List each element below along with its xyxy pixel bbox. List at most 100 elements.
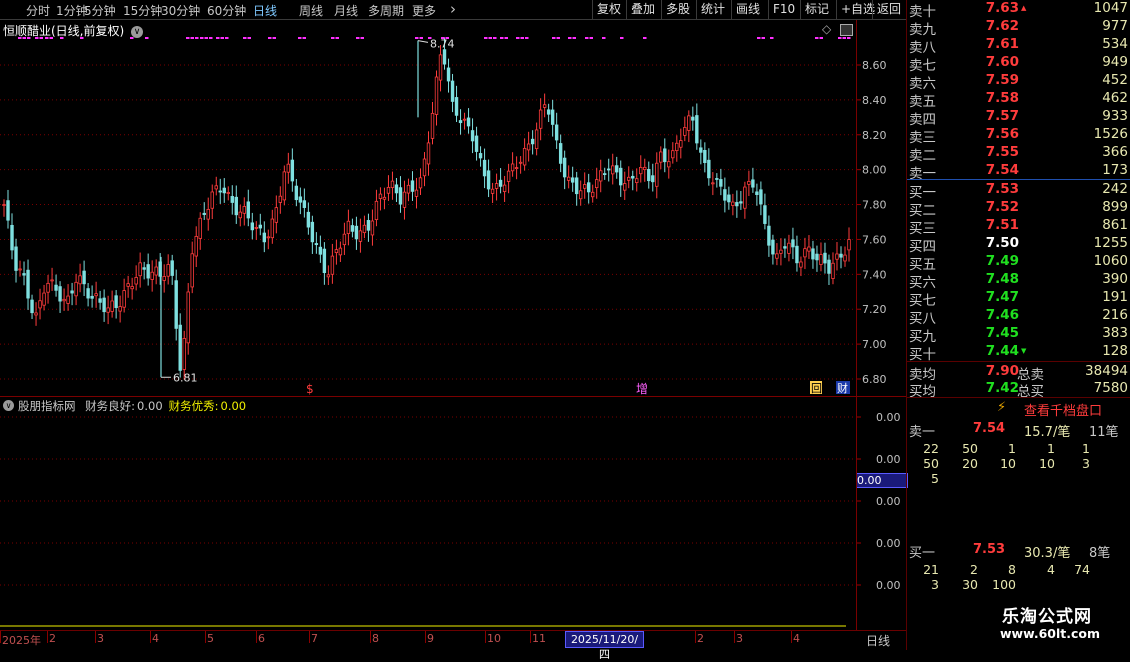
window-toggle-icon[interactable] <box>840 24 853 36</box>
indicator-name: 股朋指标网 <box>18 399 76 413</box>
bolt-icon: ⚡ <box>997 400 1007 415</box>
queue-order: 1 <box>1047 441 1055 456</box>
ask-row[interactable]: 卖一 7.54 173 <box>907 162 1130 182</box>
ask-row[interactable]: 卖九 7.62 977 <box>907 18 1130 38</box>
candle <box>170 254 174 285</box>
y-tick-label: 8.40 <box>862 94 887 107</box>
bid-row[interactable]: 买一 7.53 242 <box>907 181 1130 201</box>
bid-row[interactable]: 买十 7.44 ▼ 128 <box>907 343 1130 363</box>
candle <box>474 126 479 161</box>
level-label: 卖二 <box>909 148 936 164</box>
candle <box>346 209 351 246</box>
bid-row[interactable]: 买五 7.49 1060 <box>907 253 1130 273</box>
candle <box>394 178 399 202</box>
date-label: 2025年 <box>2 634 41 647</box>
period-tab-6[interactable]: 日线 <box>253 2 277 19</box>
review-marker[interactable]: 回 <box>811 382 822 395</box>
bid-row[interactable]: 买二 7.52 899 <box>907 199 1130 219</box>
candle <box>743 181 747 219</box>
candle <box>795 235 799 272</box>
deep-book-button[interactable]: 查看千档盘口 <box>1024 400 1102 419</box>
ask-row[interactable]: 卖二 7.55 366 <box>907 144 1130 164</box>
period-tab-0[interactable]: 分时 <box>26 2 50 19</box>
chevron-down-icon[interactable]: ∨ <box>131 25 144 38</box>
bid-row[interactable]: 买四 7.50 1255 <box>907 235 1130 255</box>
bid-row[interactable]: 买八 7.46 216 <box>907 307 1130 327</box>
finance-marker[interactable]: 财 <box>837 381 848 395</box>
indicator-pane[interactable]: 0.00 0.00 0.00 0.00 0.00 <box>0 397 906 629</box>
bid-row[interactable]: 买六 7.48 390 <box>907 271 1130 291</box>
period-tab-7[interactable]: 周线 <box>299 2 323 19</box>
date-cursor: 2025/11/20/四 <box>565 631 644 661</box>
event-marker <box>428 37 432 39</box>
candle <box>615 156 619 179</box>
level-volume: 861 <box>1102 217 1128 233</box>
ask-row[interactable]: 卖四 7.57 933 <box>907 108 1130 128</box>
chevron-right-icon[interactable]: › <box>450 0 456 18</box>
candle <box>338 241 343 262</box>
bid-row[interactable]: 买三 7.51 861 <box>907 217 1130 237</box>
event-marker <box>556 37 560 39</box>
event-marker <box>842 37 846 39</box>
level-label: 卖五 <box>909 94 936 110</box>
candle <box>811 240 815 269</box>
candle <box>595 167 599 199</box>
watermark-url: www.60lt.com <box>1000 626 1101 641</box>
event-marker <box>847 37 851 39</box>
period-tab-1[interactable]: 1分钟 <box>56 2 88 19</box>
level-price: 7.53 <box>985 181 1019 197</box>
bid-row[interactable]: 买七 7.47 191 <box>907 289 1130 309</box>
sub-y-label: 0.00 <box>876 411 901 424</box>
candle <box>398 176 403 213</box>
candlestick-chart-pane[interactable]: 6.80 7.00 7.20 7.40 7.60 7.80 8.00 8.20 8.40 8.60… <box>0 20 906 396</box>
event-marker <box>272 37 276 39</box>
period-tab-8[interactable]: 月线 <box>334 2 358 19</box>
period-tab-4[interactable]: 30分钟 <box>161 2 200 19</box>
dividend-marker[interactable]: $ <box>306 382 314 396</box>
candle <box>414 177 419 209</box>
candle <box>719 168 723 196</box>
arrow-down-icon: ▼ <box>1021 347 1027 355</box>
candle <box>739 190 743 210</box>
period-tab-9[interactable]: 多周期 <box>368 2 404 19</box>
candle <box>422 152 427 187</box>
toolbar-button-8[interactable]: 返回 <box>872 0 905 19</box>
period-label[interactable]: 日线 <box>866 632 890 649</box>
sub-y-label: 0.00 <box>876 453 901 466</box>
kline-chart[interactable]: 6.80 7.00 7.20 7.40 7.60 7.80 8.00 8.20 8.40 8.60… <box>0 20 906 396</box>
issue-marker[interactable]: 增 <box>636 382 648 396</box>
period-tab-10[interactable]: 更多 <box>412 2 436 19</box>
ask-row[interactable]: 卖五 7.58 462 <box>907 90 1130 110</box>
toolbar-button-0[interactable]: 复权 <box>592 0 625 19</box>
date-label: 9 <box>427 632 434 645</box>
ask-row[interactable]: 卖十 7.63 ▲ 1047 <box>907 0 1130 20</box>
diamond-icon[interactable]: ◇ <box>822 22 831 36</box>
toolbar-button-1[interactable]: 叠加 <box>626 0 659 19</box>
toolbar-button-4[interactable]: 画线 <box>731 0 764 19</box>
indicator-legend: 股朋指标网 财务良好: 0.00 财务优秀: 0.00 <box>18 398 246 414</box>
bid-row[interactable]: 买九 7.45 383 <box>907 325 1130 345</box>
toolbar-button-3[interactable]: 统计 <box>696 0 729 19</box>
ask-row[interactable]: 卖三 7.56 1526 <box>907 126 1130 146</box>
period-tab-5[interactable]: 60分钟 <box>207 2 246 19</box>
candle <box>34 302 38 326</box>
indicator-menu-icon[interactable]: ∨ <box>3 400 14 411</box>
event-marker <box>770 37 774 39</box>
queue-order: 3 <box>1082 456 1090 471</box>
level-volume: 534 <box>1102 36 1128 52</box>
toolbar-button-2[interactable]: 多股 <box>661 0 694 19</box>
toolbar-button-6[interactable]: 标记 <box>800 0 833 19</box>
toolbar-button-5[interactable]: F10 <box>768 0 799 19</box>
candle <box>566 165 571 189</box>
ask-row[interactable]: 卖七 7.60 949 <box>907 54 1130 74</box>
candle <box>787 234 791 262</box>
level-volume: 1255 <box>1093 235 1128 251</box>
period-tab-3[interactable]: 15分钟 <box>123 2 162 19</box>
y-tick-label: 7.20 <box>862 303 887 316</box>
candle <box>126 275 130 298</box>
ask-row[interactable]: 卖八 7.61 534 <box>907 36 1130 56</box>
period-tab-2[interactable]: 5分钟 <box>84 2 116 19</box>
ask-row[interactable]: 卖六 7.59 452 <box>907 72 1130 92</box>
candle <box>655 152 659 199</box>
candle <box>418 168 423 195</box>
